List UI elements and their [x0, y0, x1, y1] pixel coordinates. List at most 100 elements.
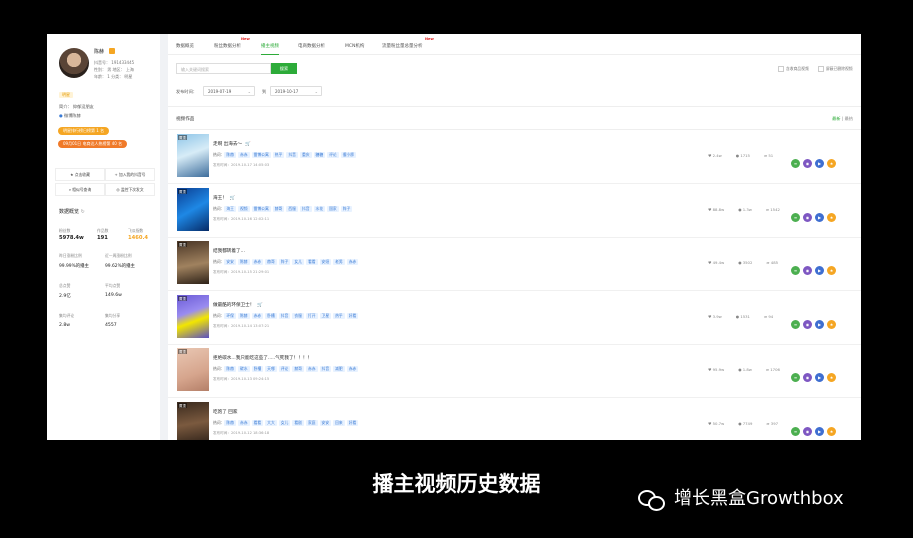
tab-traffic[interactable]: 流量粉丝量总量分析	[382, 34, 423, 54]
play-icon[interactable]: ▶	[815, 266, 824, 275]
analysis-icon[interactable]: ◉	[803, 319, 812, 329]
video-stats: ♥ 88.8w ● 1.3w ➦ 1542	[708, 207, 794, 212]
video-row[interactable]: 置顶 海王！ 🛒 热词： 海王 视频 雷博公寓 赫哥 西服 抖音 水花 国家 阵子 发布时间：2019-1…	[168, 184, 861, 238]
hot-word-tag: 大大	[265, 419, 277, 426]
monitor-button[interactable]: ◎ 监控下次发文	[105, 183, 155, 196]
analysis-icon[interactable]: ◉	[803, 373, 812, 382]
hot-word-tag: 赤赤	[346, 366, 359, 372]
favorite-icon[interactable]: ★	[827, 426, 836, 436]
video-thumbnail[interactable]: 置顶	[177, 187, 209, 231]
video-title[interactable]: 海王！ 🛒	[213, 195, 236, 201]
verified-badge-icon	[109, 48, 115, 54]
hot-word-tag: 碳水	[237, 366, 250, 372]
video-row[interactable]: 置顶 做最酷的环保卫士！ 🛒 热词： 环保 陈赫 赤赤 卧槽 抖音 衣服 打开 卫星 热乎 好看 发布时间：…	[168, 291, 861, 345]
tab-ecommerce[interactable]: 电商数据分析	[298, 34, 325, 54]
analysis-icon[interactable]: ◉	[803, 212, 812, 222]
hot-word-tag: 糖糖	[313, 152, 326, 158]
hot-word-tag: 抖音	[286, 152, 298, 158]
video-title[interactable]: 结我都转着了...	[213, 248, 245, 254]
detail-icon[interactable]: ≡	[791, 159, 800, 168]
likes-stat: ♥ 95.9w	[708, 367, 725, 372]
wechat-icon	[638, 488, 666, 511]
play-icon[interactable]: ▶	[815, 426, 824, 436]
hot-word-tag: 赫哥	[292, 366, 304, 372]
video-thumbnail[interactable]: 置顶	[177, 134, 209, 177]
video-thumbnail[interactable]: 置顶	[177, 348, 209, 391]
watermark: 增长黑盒Growthbox	[638, 484, 844, 511]
search-button[interactable]: 搜索	[271, 63, 297, 74]
main-content: 数据概览 粉丝数据分析 New 播主视频 电商数据分析 MCN机构 流量粉丝量总…	[168, 34, 861, 440]
video-thumbnail[interactable]: 置顶	[177, 401, 209, 440]
hot-word-tag: 陈赫	[224, 366, 236, 372]
sort-hottest[interactable]: 最热	[845, 116, 853, 121]
play-icon[interactable]: ▶	[815, 212, 824, 222]
video-row[interactable]: 置顶 结我都转着了... 热词： 安安 陈赫 赤赤 赫哥 阵子 女儿 看看 安娅 老男 赤赤 发布时间：2…	[168, 237, 861, 291]
time-value: 2019-10-14 13:07:21	[230, 323, 270, 328]
analysis-icon[interactable]: ◉	[803, 159, 812, 168]
search-input[interactable]: 输入关键词搜索	[176, 63, 271, 74]
favorite-icon[interactable]: ★	[827, 373, 836, 382]
detail-icon[interactable]: ≡	[791, 319, 800, 329]
video-thumbnail[interactable]: 置顶	[177, 294, 209, 338]
detail-icon[interactable]: ≡	[791, 266, 800, 275]
shares-value: 94	[768, 313, 774, 319]
similar-search-button[interactable]: ⌕ 相似号查询	[55, 183, 105, 196]
hot-word-tag: 雷博公寓	[251, 205, 271, 212]
detail-icon[interactable]: ≡	[791, 426, 800, 436]
shares-stat: ➦ 94	[763, 313, 774, 319]
tab-mcn[interactable]: MCN机构	[345, 34, 364, 54]
video-row[interactable]: 置顶 拒绝碳水...我只能吃这些了.....气死我了！！！！ 热词： 陈赫 碳水 卧槽 天哪…	[168, 344, 861, 398]
analysis-icon[interactable]: ◉	[803, 426, 812, 436]
stat-label: 作品数	[97, 228, 109, 233]
sort-links: 最新 | 最热	[832, 116, 853, 121]
detail-icon[interactable]: ≡	[791, 212, 800, 222]
hot-word-tag: 赤赤	[346, 259, 359, 265]
stat-label: 飞瓜指数	[128, 228, 144, 233]
comments-value: 1531	[740, 313, 750, 319]
date-to-input[interactable]: 2019-10-17 ⌄	[270, 86, 322, 96]
favorite-icon[interactable]: ★	[827, 212, 836, 222]
video-row[interactable]: 置顶 吃饱了 回家 热词： 陈赫 赤赤 看看 大大 女儿 看剧 家庭 安安 回来 好看 发布时间：2019…	[168, 398, 861, 440]
favorite-icon[interactable]: ★	[827, 159, 836, 168]
video-title-text: 拒绝碳水...我只能吃这些了.....气死我了！！！！	[213, 356, 312, 361]
date-from-input[interactable]: 2019-07-19 ⌄	[203, 86, 255, 96]
video-thumbnail[interactable]: 置顶	[177, 241, 209, 284]
refresh-icon[interactable]: ↻	[81, 209, 85, 215]
likes-stat: ♥ 50.7w	[708, 420, 725, 426]
tab-overview[interactable]: 数据概览	[176, 34, 194, 54]
analysis-icon[interactable]: ◉	[803, 266, 812, 275]
video-title[interactable]: 拒绝碳水...我只能吃这些了.....气死我了！！！！	[213, 355, 312, 361]
add-account-button[interactable]: + 加入我的抖音号	[105, 168, 155, 181]
sort-newest[interactable]: 最新	[832, 116, 840, 121]
video-row[interactable]: 置顶 走啊 出海去～ 🛒 热词： 陈赫 赤赤 雷博公寓 热乎 抖音 重庆 糖糖 评论 傻小胖 发布时间：2…	[168, 130, 861, 184]
likes-value: 50.7w	[712, 420, 725, 426]
play-icon[interactable]: ▶	[815, 159, 824, 168]
date-to-value: 2019-10-17	[275, 89, 299, 94]
video-title[interactable]: 做最酷的环保卫士！ 🛒	[213, 302, 263, 308]
stat-label: 总点赞	[59, 283, 71, 288]
favorite-button[interactable]: ★ 点击收藏	[55, 168, 105, 181]
tag-prefix: 热词：	[213, 419, 225, 425]
favorite-icon[interactable]: ★	[827, 319, 836, 329]
pin-badge: 置顶	[178, 135, 187, 140]
category-tag: 明星	[59, 92, 73, 98]
option-hide-deleted[interactable]: 屏蔽已删除视频	[818, 66, 853, 72]
tab-videos[interactable]: 播主视频	[261, 34, 279, 55]
option-goods-videos[interactable]: 含收商品视频	[778, 66, 809, 72]
hot-word-tag: 女儿	[278, 419, 291, 426]
video-tags: 热词： 陈赫 赤赤 雷博公寓 热乎 抖音 重庆 糖糖 评论 傻小胖	[213, 152, 358, 158]
video-title[interactable]: 走啊 出海去～ 🛒	[213, 141, 251, 147]
rank-badge-2[interactable]: 09月01日 电商达人热榜第 40 名	[58, 140, 128, 148]
play-icon[interactable]: ▶	[815, 373, 824, 382]
tab-fans-analysis[interactable]: 粉丝数据分析	[214, 34, 241, 54]
video-title[interactable]: 吃饱了 回家	[213, 409, 237, 415]
favorite-icon[interactable]: ★	[827, 266, 836, 275]
detail-icon[interactable]: ≡	[791, 373, 800, 382]
play-icon[interactable]: ▶	[815, 319, 824, 329]
divider	[168, 106, 861, 107]
rank-badge-1[interactable]: 明星排行榜日榜第 1 名	[58, 127, 110, 135]
watermark-text: 增长黑盒Growthbox	[674, 488, 844, 509]
favorite-label: 点击收藏	[74, 172, 90, 177]
video-actions: ≡ ◉ ▶ ★	[791, 257, 839, 276]
add-account-label: 加入我的抖音号	[118, 172, 146, 177]
